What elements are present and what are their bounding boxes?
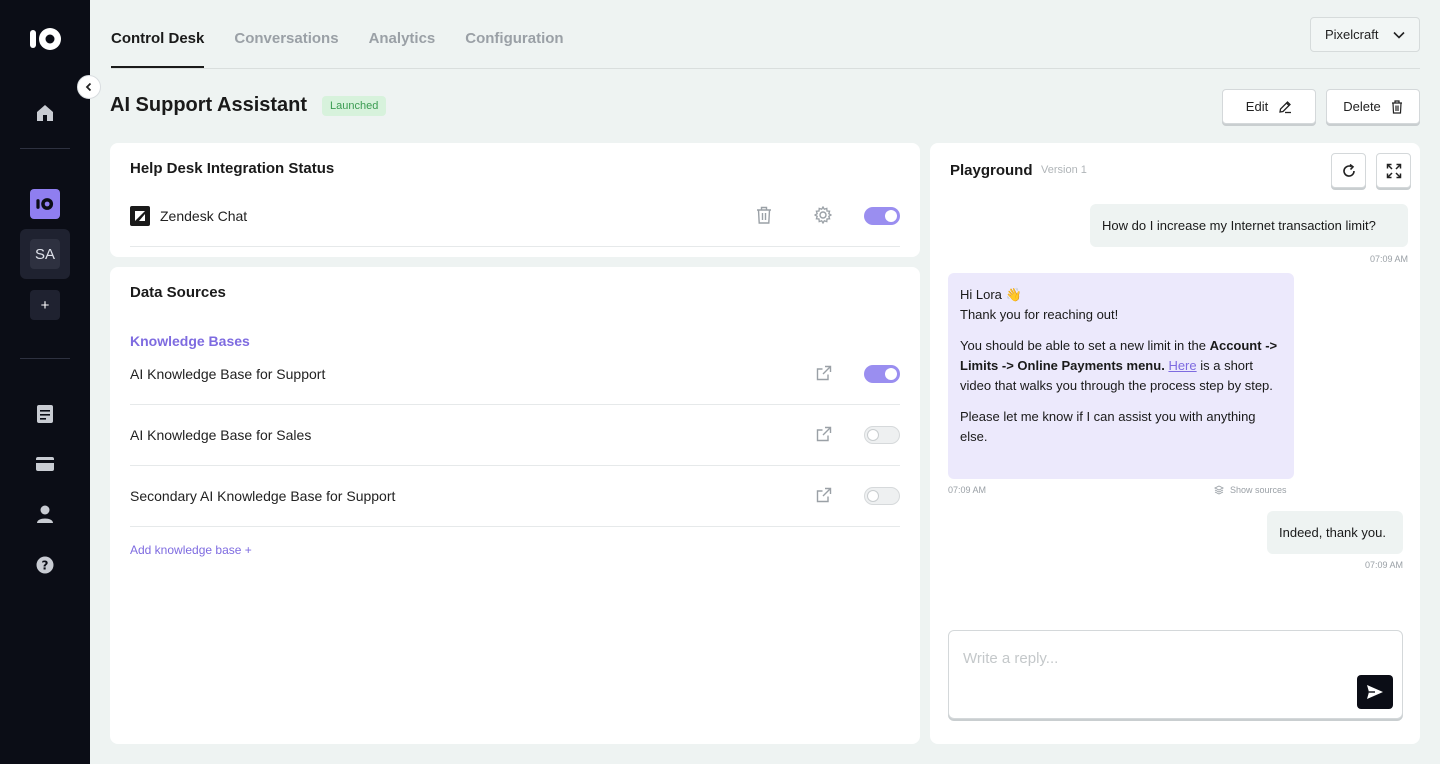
tabs-divider bbox=[111, 68, 1420, 69]
user-message: Indeed, thank you. bbox=[1267, 511, 1403, 554]
helpdesk-panel: Help Desk Integration Status Zendesk Cha… bbox=[110, 143, 920, 257]
edit-button[interactable]: Edit bbox=[1222, 89, 1316, 124]
bot-paragraph: Please let me know if I can assist you w… bbox=[960, 409, 1256, 444]
show-sources-button[interactable]: Show sources bbox=[1214, 485, 1287, 495]
add-workspace-button[interactable]: + bbox=[30, 290, 60, 320]
reply-input[interactable]: Write a reply... bbox=[948, 630, 1403, 719]
home-icon[interactable] bbox=[32, 100, 58, 126]
playground-panel: Playground Version 1 How do I increase m… bbox=[930, 143, 1420, 744]
kb-name: AI Knowledge Base for Sales bbox=[130, 427, 312, 443]
send-icon bbox=[1367, 685, 1383, 699]
tab-analytics[interactable]: Analytics bbox=[369, 30, 436, 68]
open-external-icon[interactable] bbox=[816, 365, 832, 384]
sidebar-divider bbox=[20, 358, 70, 359]
kb-name: Secondary AI Knowledge Base for Support bbox=[130, 488, 396, 504]
main-tabs: Control Desk Conversations Analytics Con… bbox=[111, 30, 564, 68]
svg-text:?: ? bbox=[42, 559, 49, 573]
help-icon[interactable]: ? bbox=[32, 552, 58, 578]
edit-label: Edit bbox=[1245, 99, 1269, 114]
message-text: Indeed, thank you. bbox=[1279, 525, 1386, 540]
user-message: How do I increase my Internet transactio… bbox=[1090, 204, 1408, 247]
bot-line: Thank you for reaching out! bbox=[960, 307, 1119, 322]
message-time: 07:09 AM bbox=[1369, 254, 1408, 264]
refresh-button[interactable] bbox=[1331, 153, 1366, 188]
chevron-left-icon bbox=[85, 82, 92, 92]
open-external-icon[interactable] bbox=[816, 487, 832, 506]
workspace-initials: SA bbox=[30, 239, 60, 269]
open-external-icon[interactable] bbox=[816, 426, 832, 445]
message-time: 07:09 AM bbox=[1364, 560, 1403, 570]
status-badge: Launched bbox=[322, 96, 387, 116]
workspace-avatar-button[interactable]: SA bbox=[20, 229, 70, 279]
tab-conversations[interactable]: Conversations bbox=[234, 30, 338, 68]
message-text: How do I increase my Internet transactio… bbox=[1102, 218, 1376, 233]
zendesk-toggle[interactable] bbox=[864, 207, 900, 225]
add-knowledge-base-link[interactable]: Add knowledge base + bbox=[130, 543, 252, 557]
kb-toggle[interactable] bbox=[864, 487, 900, 505]
layers-icon bbox=[1214, 485, 1224, 495]
kb-name: AI Knowledge Base for Support bbox=[130, 366, 326, 382]
tab-configuration[interactable]: Configuration bbox=[465, 30, 563, 68]
data-sources-title: Data Sources bbox=[130, 284, 226, 301]
kb-row-sales: AI Knowledge Base for Sales bbox=[130, 405, 900, 466]
gear-icon[interactable] bbox=[813, 205, 833, 227]
playground-version: Version 1 bbox=[1041, 164, 1087, 176]
reply-placeholder: Write a reply... bbox=[963, 650, 1059, 667]
greeting-text: Hi Lora 👋 bbox=[960, 287, 1022, 302]
bot-paragraph: You should be able to set a new limit in… bbox=[960, 338, 1278, 393]
video-link[interactable]: Here bbox=[1168, 358, 1196, 373]
refresh-icon bbox=[1342, 163, 1355, 177]
kb-toggle[interactable] bbox=[864, 426, 900, 444]
user-profile-icon[interactable] bbox=[32, 501, 58, 527]
trash-icon bbox=[1391, 99, 1402, 114]
kb-toggle[interactable] bbox=[864, 365, 900, 383]
pencil-icon bbox=[1279, 100, 1292, 113]
bot-message: Hi Lora 👋 Thank you for reaching out! Yo… bbox=[948, 273, 1294, 479]
tab-control-desk[interactable]: Control Desk bbox=[111, 30, 205, 68]
sidebar: SA + ? bbox=[0, 0, 90, 764]
billing-card-icon[interactable] bbox=[32, 451, 58, 477]
workspace-name: Pixelcraft bbox=[1325, 27, 1379, 42]
zendesk-logo-icon bbox=[130, 206, 150, 226]
integration-row: Zendesk Chat bbox=[130, 186, 900, 247]
sidebar-divider bbox=[20, 148, 70, 149]
workspace-selector[interactable]: Pixelcraft bbox=[1310, 17, 1420, 52]
delete-button[interactable]: Delete bbox=[1326, 89, 1420, 124]
delete-label: Delete bbox=[1343, 99, 1381, 114]
kb-row-support: AI Knowledge Base for Support bbox=[130, 344, 900, 405]
chevron-down-icon bbox=[1393, 31, 1405, 39]
kb-row-secondary: Secondary AI Knowledge Base for Support bbox=[130, 466, 900, 527]
page-title: AI Support Assistant bbox=[110, 94, 308, 116]
data-sources-panel: Data Sources Knowledge Bases AI Knowledg… bbox=[110, 267, 920, 744]
send-button[interactable] bbox=[1357, 675, 1393, 709]
collapse-sidebar-button[interactable] bbox=[77, 75, 101, 99]
expand-button[interactable] bbox=[1376, 153, 1411, 188]
message-time: 07:09 AM bbox=[948, 485, 987, 495]
trash-icon[interactable] bbox=[756, 206, 772, 227]
document-icon[interactable] bbox=[32, 401, 58, 427]
helpdesk-title: Help Desk Integration Status bbox=[130, 160, 335, 177]
brand-logo-icon[interactable] bbox=[28, 26, 64, 52]
app-switch-button[interactable] bbox=[30, 189, 60, 219]
playground-title: Playground bbox=[950, 162, 1033, 179]
expand-icon bbox=[1386, 163, 1401, 178]
